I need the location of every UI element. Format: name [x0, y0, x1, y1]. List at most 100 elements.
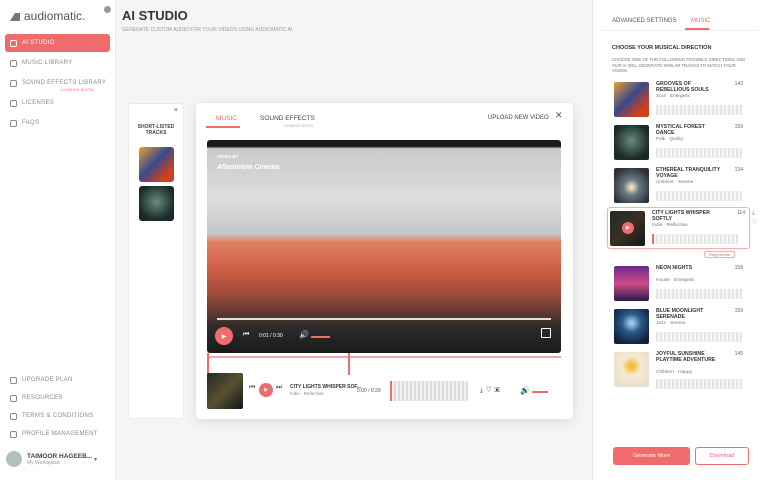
sidebar-item-music-library[interactable]: MUSIC LIBRARY [5, 54, 110, 72]
heart-icon[interactable]: ♡ [752, 219, 757, 226]
track-item[interactable]: ETHEREAL TRANQUILITY VOYAGE Ambient · Se… [612, 165, 747, 207]
sidebar: audiomatic. AI STUDIO MUSIC LIBRARY SOUN… [0, 0, 116, 480]
track-title: CITY LIGHTS WHISPER SOFTLY [652, 210, 720, 222]
chevron-down-icon[interactable]: ▾ [94, 456, 97, 463]
track-item[interactable]: JOYFUL SUNSHINE PLAYTIME ADVENTURE Child… [612, 349, 747, 391]
tab-advanced-settings[interactable]: ADVANCED SETTINGS [612, 18, 677, 24]
track-genre: Indie [652, 223, 662, 228]
track-bpm: 134 [735, 167, 743, 173]
volume-icon[interactable]: 🔊 [520, 386, 530, 395]
track-item[interactable]: GROOVES OF REBELLIOUS SOULS Soul · Energ… [612, 79, 747, 121]
track-item[interactable]: NEON NIGHTS House · Energetic 158 [612, 263, 747, 305]
sidebar-item-upgrade-plan[interactable]: UPGRADE PLAN [5, 371, 110, 389]
track-meta: Folk · Quirky [656, 137, 683, 142]
track-genre: Folk [656, 137, 665, 142]
track-bpm: 159 [735, 124, 743, 130]
track-waveform[interactable] [656, 191, 742, 201]
track-genre: Children [656, 370, 674, 375]
sidebar-item-ai-studio[interactable]: AI STUDIO [5, 34, 110, 52]
sidebar-item-resources[interactable]: RESOURCES [5, 389, 110, 407]
track-playhead[interactable] [652, 234, 654, 244]
sidebar-item-faqs[interactable]: FAQS [5, 114, 110, 132]
resources-icon [10, 395, 17, 402]
trim-handle-start[interactable] [207, 353, 209, 375]
track-mood: Energetic [670, 94, 690, 99]
trim-handle-end[interactable] [348, 353, 350, 375]
track-mood: Quirky [669, 137, 683, 142]
track-mood: Energetic [674, 278, 694, 283]
player-play-button[interactable]: ▶ [259, 383, 273, 397]
player-playhead[interactable] [390, 381, 392, 401]
track-item[interactable]: MYSTICAL FOREST DANCE Folk · Quirky 159 [612, 122, 747, 164]
download-icon[interactable]: ⤓ [752, 210, 755, 217]
skip-back-icon[interactable]: ⏮ [243, 331, 249, 339]
track-title: NEON NIGHTS [656, 265, 724, 271]
sidebar-item-terms[interactable]: TERMS & CONDITIONS [5, 407, 110, 425]
player-actions: ⤓♡▣ [480, 387, 503, 395]
sidebar-item-label: SOUND EFFECTS LIBRARY [22, 80, 106, 86]
tab-music[interactable]: MUSIC [216, 115, 237, 122]
profile-name: TAIMOOR HAGEEB... [27, 453, 92, 460]
track-genre: Jazz [656, 321, 666, 326]
track-waveform[interactable] [656, 105, 742, 115]
download-button[interactable]: Download [695, 447, 749, 465]
track-mood: Happy [678, 370, 692, 375]
video-time: 0:01 / 0:30 [259, 333, 283, 339]
regenerate-button[interactable]: Regenerate [704, 251, 735, 258]
play-button[interactable]: ▶ [215, 327, 233, 345]
track-item-selected[interactable]: ▶ CITY LIGHTS WHISPER SOFTLY Indie · Ref… [607, 207, 750, 249]
video-player[interactable]: VIDEO BY Albenolow Cinema ▶ ⏮ 0:01 / 0:3… [207, 140, 561, 353]
tab-sound-effects[interactable]: SOUND EFFECTS [260, 115, 315, 122]
track-cover [614, 266, 649, 301]
track-bpm: 143 [735, 81, 743, 87]
track-meta: Ambient · Serene [656, 180, 693, 185]
track-item[interactable]: BLUE MOONLIGHT SERENADE Jazz · Serene 15… [612, 306, 747, 348]
volume-icon[interactable]: 🔊 [299, 330, 309, 339]
track-waveform[interactable] [656, 289, 742, 299]
volume-slider[interactable] [532, 391, 548, 393]
track-genre: Ambient [656, 180, 674, 185]
track-waveform[interactable] [656, 332, 742, 342]
shortlist-thumb-1[interactable] [139, 147, 174, 182]
sound-effects-icon [10, 80, 17, 87]
track-bpm: 158 [735, 265, 743, 271]
sidebar-item-licenses[interactable]: LICENSES [5, 94, 110, 112]
logo-text: audiomatic. [24, 9, 85, 23]
logo[interactable]: audiomatic. [10, 9, 85, 23]
trim-icon[interactable]: ▣ [495, 387, 503, 394]
track-waveform[interactable] [656, 148, 742, 158]
close-icon[interactable]: ✕ [555, 110, 563, 121]
player-genre: Indie [290, 391, 300, 396]
coming-soon-badge: COMING SOON [284, 123, 313, 128]
tab-music[interactable]: MUSIC [691, 18, 710, 24]
heart-icon[interactable]: ♡ [486, 387, 494, 394]
skip-forward-icon[interactable]: ⏭ [276, 384, 282, 392]
player-waveform[interactable] [390, 381, 468, 401]
sidebar-item-sound-effects[interactable]: SOUND EFFECTS LIBRARY COMING SOON [5, 74, 110, 92]
fullscreen-icon[interactable] [541, 328, 551, 338]
volume-slider[interactable] [311, 336, 330, 338]
track-cover [614, 309, 649, 344]
help-icon [10, 120, 17, 127]
video-credit-label: VIDEO BY [217, 154, 239, 159]
profile-workspace: My Workspace [27, 460, 92, 466]
video-progress[interactable] [217, 318, 551, 320]
track-play-button[interactable]: ▶ [622, 222, 634, 234]
player-cover [207, 373, 243, 409]
upload-video-button[interactable]: UPLOAD NEW VIDEO [488, 115, 549, 121]
page-subtitle: GENERATE CUSTOM AUDIO FOR YOUR VIDEOS US… [122, 27, 292, 33]
sidebar-item-profile-management[interactable]: PROFILE MANAGEMENT [5, 425, 110, 443]
player-title: CITY LIGHTS WHISPER SOF... [290, 384, 361, 390]
shortlist-thumb-2[interactable] [139, 186, 174, 221]
track-bpm: 145 [735, 351, 743, 357]
profile-card[interactable]: TAIMOOR HAGEEB... My Workspace [6, 451, 92, 467]
generate-more-button[interactable]: Generate More [613, 447, 690, 465]
track-title: ETHEREAL TRANQUILITY VOYAGE [656, 167, 724, 179]
trim-track [207, 356, 561, 358]
music-panel: ADVANCED SETTINGS MUSIC CHOOSE YOUR MUSI… [592, 0, 768, 480]
track-waveform[interactable] [656, 379, 742, 389]
skip-back-icon[interactable]: ⏮ [249, 384, 255, 392]
close-icon[interactable]: × [174, 107, 178, 114]
track-waveform[interactable] [652, 234, 738, 244]
collapse-icon[interactable] [104, 6, 111, 13]
